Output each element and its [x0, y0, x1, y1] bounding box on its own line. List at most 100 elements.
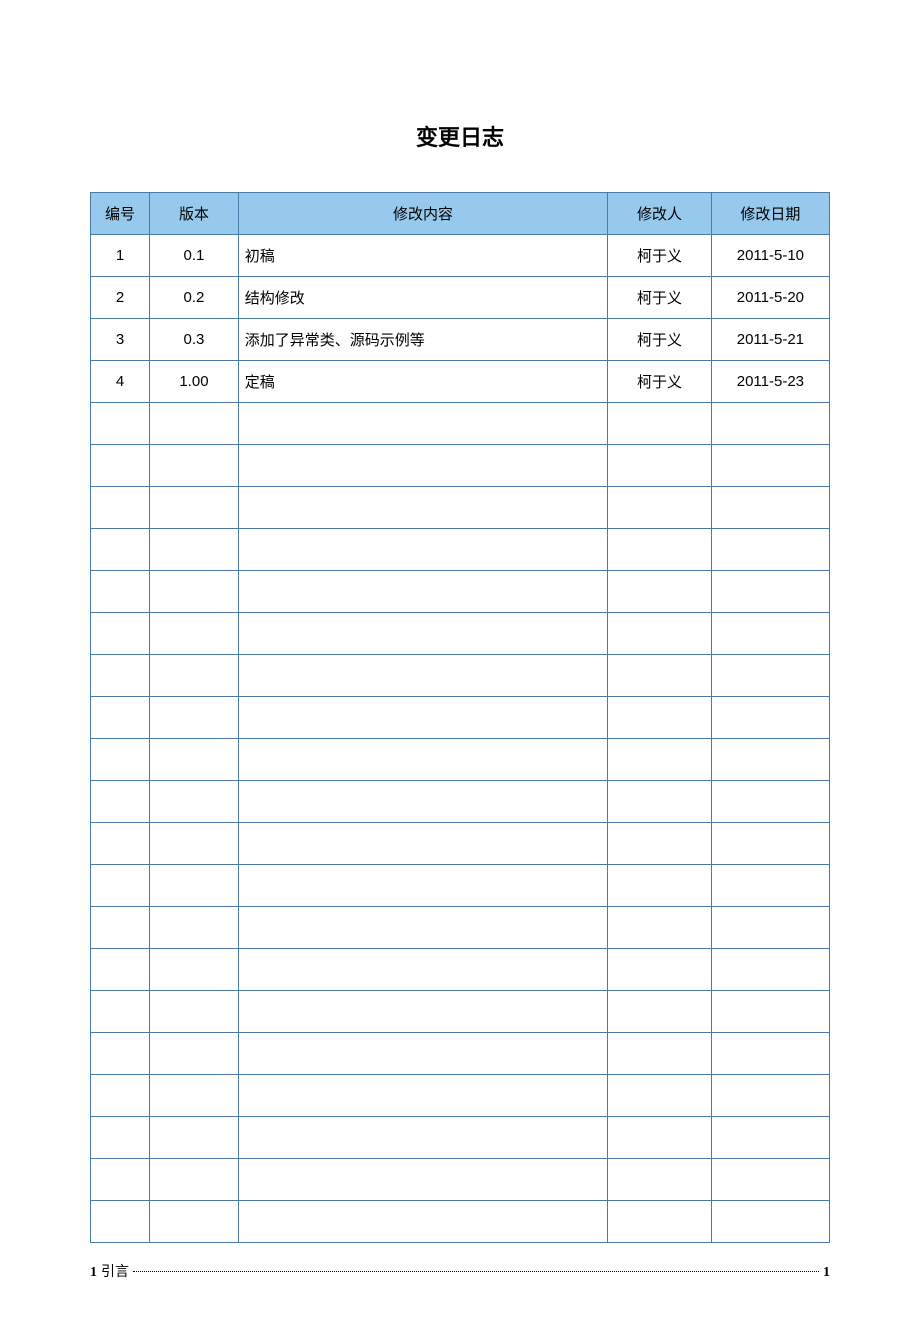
- cell-content: [238, 613, 608, 655]
- table-row: 41.00定稿柯于义2011-5-23: [91, 361, 830, 403]
- cell-id: 4: [91, 361, 150, 403]
- table-row: 10.1初稿柯于义2011-5-10: [91, 235, 830, 277]
- cell-date: [711, 571, 829, 613]
- cell-date: [711, 487, 829, 529]
- cell-id: 1: [91, 235, 150, 277]
- table-row: [91, 1117, 830, 1159]
- cell-id: 3: [91, 319, 150, 361]
- table-body: 10.1初稿柯于义2011-5-1020.2结构修改柯于义2011-5-2030…: [91, 235, 830, 1243]
- cell-version: [150, 655, 239, 697]
- cell-version: [150, 697, 239, 739]
- cell-content: [238, 991, 608, 1033]
- table-row: [91, 1075, 830, 1117]
- cell-date: [711, 1159, 829, 1201]
- cell-version: 1.00: [150, 361, 239, 403]
- toc-entry: 1 引言 1: [90, 1261, 830, 1281]
- cell-date: [711, 1201, 829, 1243]
- cell-date: 2011-5-20: [711, 277, 829, 319]
- cell-content: [238, 487, 608, 529]
- cell-content: [238, 1117, 608, 1159]
- cell-version: [150, 403, 239, 445]
- table-row: [91, 739, 830, 781]
- cell-version: [150, 1117, 239, 1159]
- toc-page: 1: [823, 1265, 830, 1281]
- cell-content: 定稿: [238, 361, 608, 403]
- cell-date: 2011-5-10: [711, 235, 829, 277]
- table-row: [91, 1159, 830, 1201]
- cell-id: [91, 571, 150, 613]
- cell-id: [91, 655, 150, 697]
- table-row: [91, 571, 830, 613]
- header-version: 版本: [150, 193, 239, 235]
- cell-author: 柯于义: [608, 277, 711, 319]
- cell-content: [238, 907, 608, 949]
- cell-id: [91, 487, 150, 529]
- cell-id: [91, 1033, 150, 1075]
- cell-content: [238, 1033, 608, 1075]
- cell-id: [91, 781, 150, 823]
- table-row: [91, 445, 830, 487]
- header-id: 编号: [91, 193, 150, 235]
- cell-author: [608, 1117, 711, 1159]
- table-row: [91, 907, 830, 949]
- cell-id: [91, 613, 150, 655]
- header-date: 修改日期: [711, 193, 829, 235]
- table-row: [91, 655, 830, 697]
- cell-version: [150, 487, 239, 529]
- cell-version: 0.2: [150, 277, 239, 319]
- table-row: [91, 1201, 830, 1243]
- cell-version: 0.3: [150, 319, 239, 361]
- cell-author: [608, 739, 711, 781]
- cell-date: [711, 907, 829, 949]
- cell-id: [91, 445, 150, 487]
- cell-content: 初稿: [238, 235, 608, 277]
- cell-date: [711, 445, 829, 487]
- cell-content: [238, 529, 608, 571]
- cell-version: [150, 571, 239, 613]
- cell-version: [150, 991, 239, 1033]
- changelog-table: 编号 版本 修改内容 修改人 修改日期 10.1初稿柯于义2011-5-1020…: [90, 192, 830, 1243]
- table-row: [91, 1033, 830, 1075]
- cell-date: [711, 949, 829, 991]
- cell-id: [91, 739, 150, 781]
- cell-id: [91, 823, 150, 865]
- cell-content: [238, 655, 608, 697]
- cell-version: [150, 739, 239, 781]
- cell-id: [91, 1075, 150, 1117]
- cell-author: [608, 907, 711, 949]
- cell-content: 结构修改: [238, 277, 608, 319]
- cell-author: [608, 781, 711, 823]
- table-row: [91, 949, 830, 991]
- cell-version: 0.1: [150, 235, 239, 277]
- cell-author: [608, 529, 711, 571]
- cell-id: [91, 949, 150, 991]
- cell-version: [150, 781, 239, 823]
- cell-date: [711, 697, 829, 739]
- cell-date: [711, 1075, 829, 1117]
- cell-author: [608, 445, 711, 487]
- cell-version: [150, 865, 239, 907]
- table-row: [91, 991, 830, 1033]
- cell-date: [711, 613, 829, 655]
- cell-content: [238, 865, 608, 907]
- table-row: [91, 403, 830, 445]
- cell-id: [91, 403, 150, 445]
- cell-id: [91, 697, 150, 739]
- table-row: [91, 865, 830, 907]
- cell-version: [150, 907, 239, 949]
- cell-version: [150, 949, 239, 991]
- cell-date: [711, 781, 829, 823]
- cell-author: [608, 1075, 711, 1117]
- cell-id: [91, 1117, 150, 1159]
- cell-author: [608, 823, 711, 865]
- cell-version: [150, 1201, 239, 1243]
- cell-content: [238, 823, 608, 865]
- table-row: [91, 529, 830, 571]
- table-row: [91, 487, 830, 529]
- cell-author: 柯于义: [608, 319, 711, 361]
- cell-content: [238, 949, 608, 991]
- table-row: [91, 823, 830, 865]
- cell-version: [150, 823, 239, 865]
- table-row: 30.3添加了异常类、源码示例等柯于义2011-5-21: [91, 319, 830, 361]
- cell-date: [711, 1033, 829, 1075]
